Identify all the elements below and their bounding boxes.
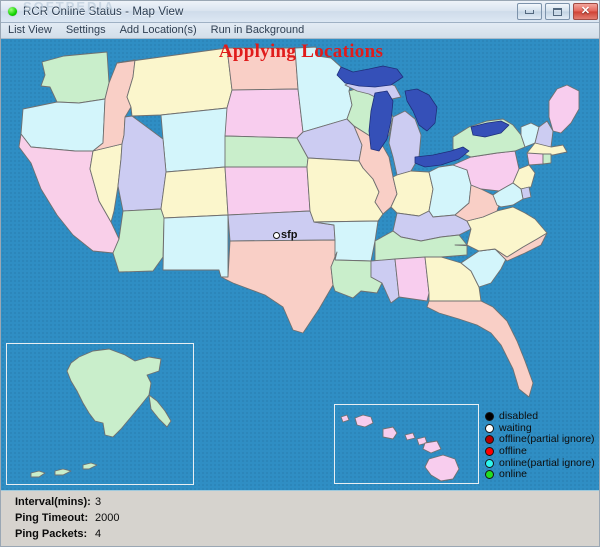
state-az	[112, 208, 165, 273]
legend-swatch-disabled	[485, 412, 494, 422]
legend-label-waiting: waiting	[499, 421, 532, 434]
page-title: Applying Locations	[218, 41, 384, 62]
state-in	[390, 170, 434, 217]
marker-label: sfp	[281, 229, 298, 241]
legend-item-disabled: disabled	[485, 411, 595, 423]
state-sd	[224, 88, 304, 139]
state-co	[160, 166, 229, 219]
param-label-interval: Interval(mins):	[15, 496, 91, 508]
param-label-ping-packets: Ping Packets:	[15, 528, 88, 540]
menu-item-list-view[interactable]: List View	[1, 23, 59, 38]
menu-item-settings[interactable]: Settings	[59, 23, 113, 38]
minimize-button[interactable]	[517, 3, 542, 20]
state-nm	[162, 214, 229, 278]
hawaii-inset-frame	[334, 404, 479, 484]
close-button[interactable]: ✕	[573, 3, 598, 20]
status-dot-icon	[8, 7, 17, 16]
legend-label-disabled: disabled	[499, 410, 539, 423]
state-ne	[224, 135, 309, 168]
state-tx	[220, 239, 338, 334]
param-row-interval: Interval(mins): 3	[15, 496, 119, 512]
param-row-ping-packets: Ping Packets: 4	[15, 528, 119, 544]
bottom-panel: Interval(mins): 3 Ping Timeout: 2000 Pin…	[1, 490, 599, 546]
menu-item-run-in-background[interactable]: Run in Background	[204, 23, 312, 38]
legend-swatch-offline	[485, 447, 494, 457]
marker-dot-icon	[273, 231, 280, 239]
param-label-ping-timeout: Ping Timeout:	[15, 512, 89, 524]
minimize-icon	[525, 9, 534, 14]
state-al	[394, 256, 430, 302]
maximize-button[interactable]	[545, 3, 570, 20]
state-or	[20, 98, 106, 152]
legend-item-online-partial-ignore: online(partial ignore)	[485, 457, 595, 469]
legend-label-online-partial-ignore: online(partial ignore)	[499, 456, 595, 469]
alaska-inset-frame	[6, 343, 194, 485]
close-icon: ✕	[580, 5, 591, 17]
legend-swatch-offline-partial-ignore	[485, 435, 494, 445]
maximize-icon	[553, 7, 562, 16]
menu-item-add-locations[interactable]: Add Location(s)	[113, 23, 204, 38]
legend-label-online: online	[499, 468, 528, 481]
parameters-group: Interval(mins): 3 Ping Timeout: 2000 Pin…	[15, 496, 119, 544]
legend-item-waiting: waiting	[485, 421, 595, 435]
legend-item-offline: offline	[485, 446, 595, 458]
legend-item-online: online	[485, 469, 595, 481]
state-ut	[117, 115, 167, 212]
param-row-ping-timeout: Ping Timeout: 2000	[15, 512, 119, 528]
app-window: SOFTPEDIA RCR Online Status - Map View ✕…	[0, 0, 600, 547]
state-fl	[426, 300, 534, 398]
state-ks	[224, 166, 311, 216]
state-mi	[388, 110, 422, 176]
window-title: RCR Online Status - Map View	[23, 5, 184, 18]
legend-swatch-online	[485, 470, 494, 480]
param-value-ping-packets: 4	[95, 528, 102, 540]
param-value-interval: 3	[95, 496, 102, 508]
window-controls: ✕	[517, 3, 598, 20]
map-canvas[interactable]: Applying Locations sfp disabled waiting …	[1, 39, 599, 490]
legend-label-offline-partial-ignore: offline(partial ignore)	[499, 433, 595, 446]
legend-label-offline: offline	[499, 445, 527, 458]
state-wy	[160, 107, 228, 173]
menu-bar: List View Settings Add Location(s) Run i…	[1, 23, 599, 39]
state-me	[548, 84, 580, 134]
title-bar: SOFTPEDIA RCR Online Status - Map View ✕	[1, 1, 599, 23]
legend-swatch-online-partial-ignore	[485, 458, 494, 468]
legend-swatch-waiting	[485, 423, 494, 433]
map-marker-sfp[interactable]: sfp	[273, 229, 298, 241]
state-ct	[526, 152, 544, 166]
state-ri	[542, 153, 552, 165]
param-value-ping-timeout: 2000	[95, 512, 120, 524]
status-legend: disabled waiting offline(partial ignore)…	[485, 411, 595, 481]
legend-item-offline-partial-ignore: offline(partial ignore)	[485, 434, 595, 446]
